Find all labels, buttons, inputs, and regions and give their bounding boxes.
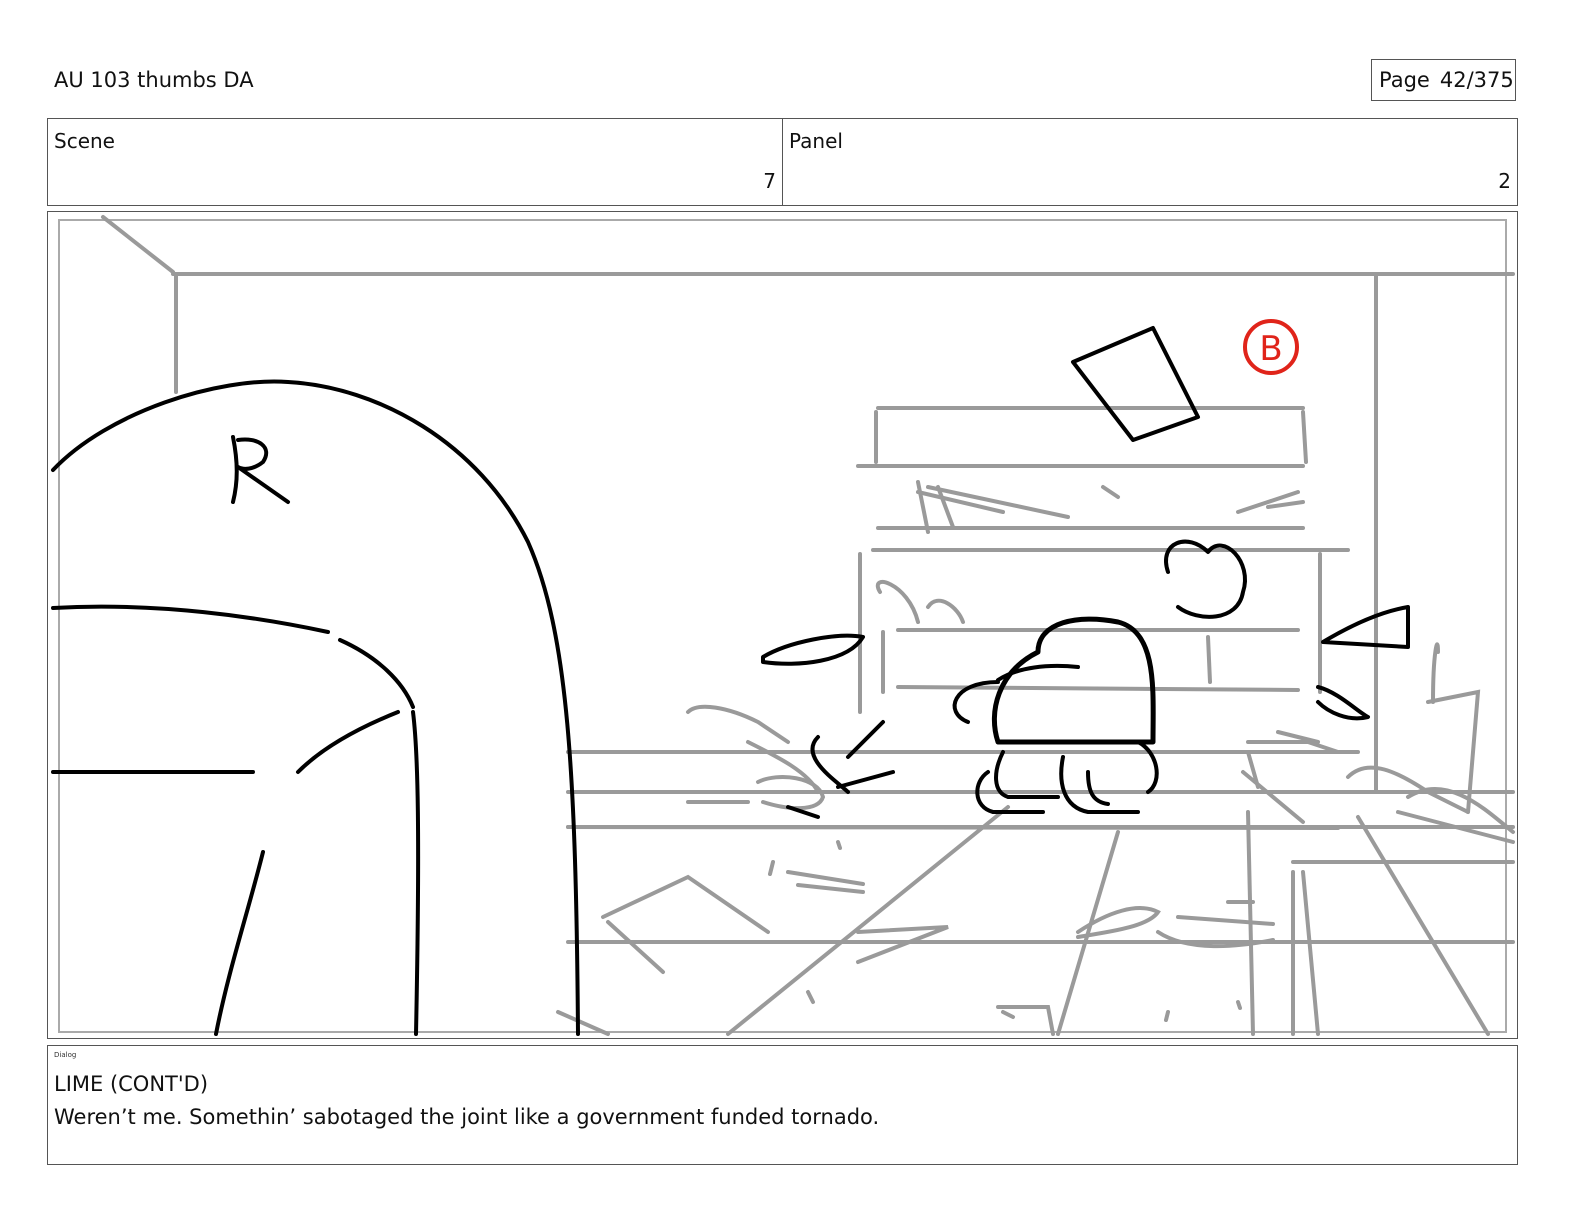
page-label: Page <box>1379 68 1430 92</box>
dialog-label: Dialog <box>54 1051 77 1059</box>
scene-number: 7 <box>763 169 776 193</box>
room-background <box>101 215 1515 1036</box>
scene-panel-row: Scene 7 Panel 2 <box>47 118 1518 206</box>
dialog-speaker: LIME (CONT'D) <box>54 1072 209 1096</box>
page-number: 42/375 <box>1439 68 1514 92</box>
storyboard-frame: B R <box>47 211 1518 1039</box>
background-marker-text: B <box>1259 329 1282 369</box>
panel-cell: Panel 2 <box>783 119 1517 205</box>
storyboard-sketch: B R <box>51 215 1515 1036</box>
page-indicator: Page 42/375 <box>1371 59 1516 101</box>
document-title: AU 103 thumbs DA <box>54 68 254 92</box>
character-lines <box>51 326 1410 1036</box>
panel-label: Panel <box>789 129 843 153</box>
dialog-line: Weren’t me. Somethin’ sabotaged the join… <box>54 1105 880 1129</box>
panel-number: 2 <box>1498 169 1511 193</box>
dialog-box: Dialog LIME (CONT'D) Weren’t me. Somethi… <box>47 1045 1518 1165</box>
scene-label: Scene <box>54 129 115 153</box>
scene-cell: Scene 7 <box>48 119 783 205</box>
